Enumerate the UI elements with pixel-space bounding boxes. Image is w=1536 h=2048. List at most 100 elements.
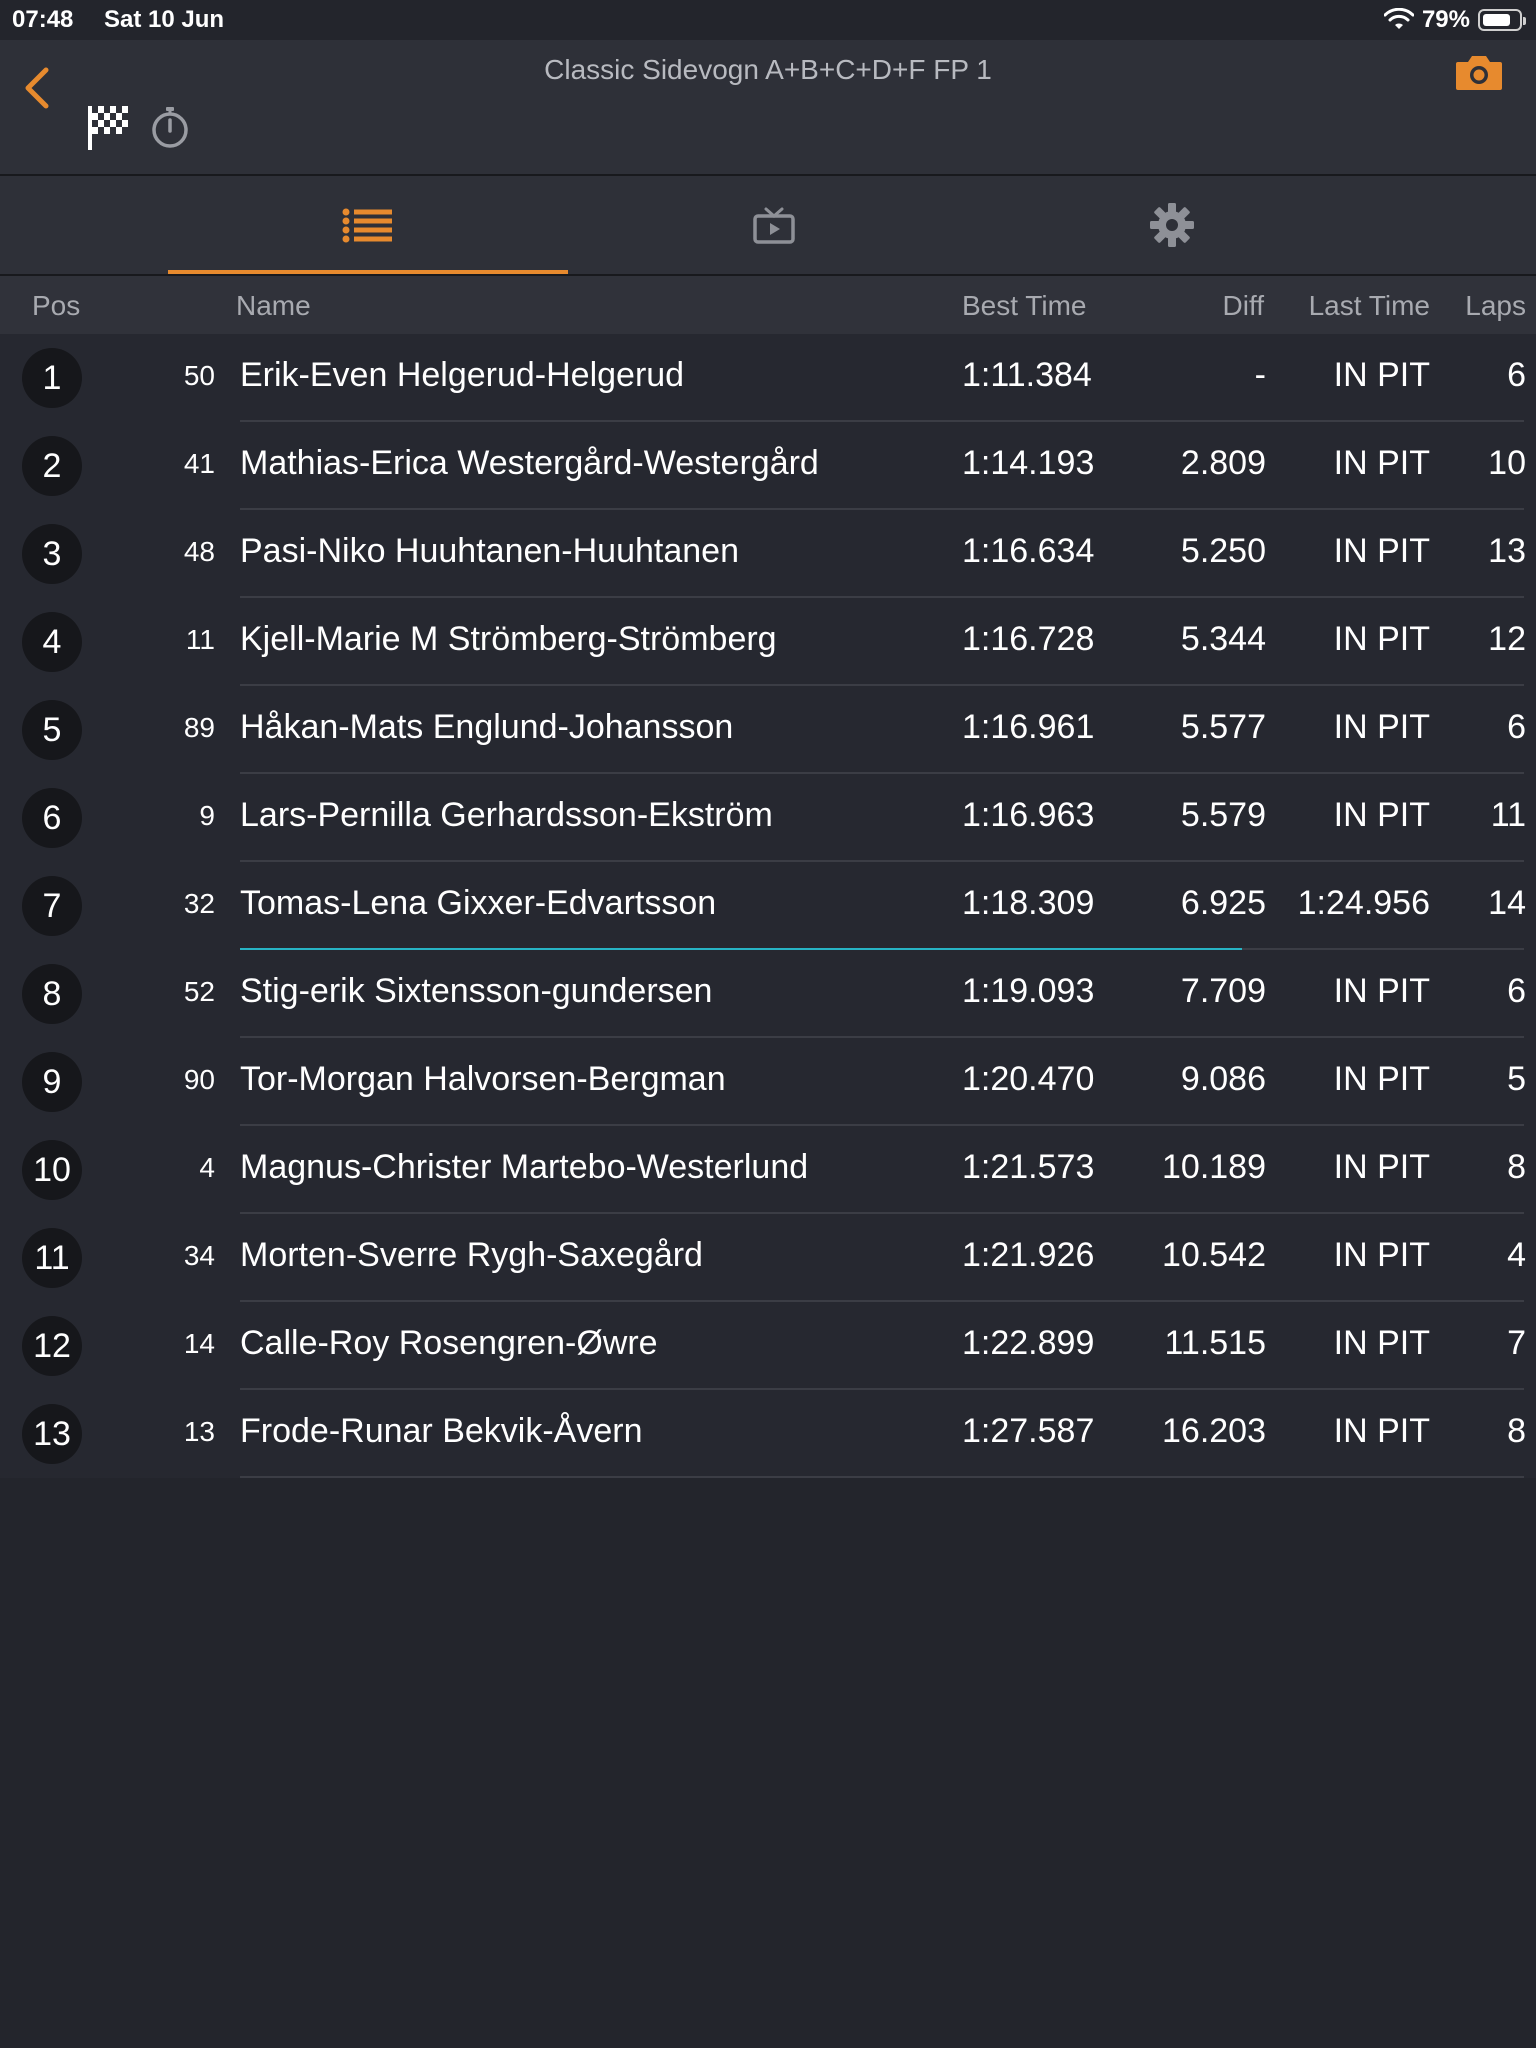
camera-button[interactable] [1454,50,1504,94]
last-time: IN PIT [1333,1148,1430,1186]
diff-time: 5.344 [1180,620,1266,658]
column-pos[interactable]: Pos [32,290,80,322]
position-badge: 5 [22,700,82,760]
table-row[interactable]: 4 11 Kjell-Marie M Strömberg-Strömberg 1… [0,598,1536,686]
laps-count: 6 [1507,356,1526,394]
best-time: 1:27.587 [962,1412,1095,1450]
start-number: 14 [183,1328,215,1359]
diff-time: 9.086 [1180,1060,1266,1098]
table-row[interactable]: 11 34 Morten-Sverre Rygh-Saxegård 1:21.9… [0,1214,1536,1302]
table-row[interactable]: 10 4 Magnus-Christer Martebo-Westerlund … [0,1126,1536,1214]
position-badge: 11 [22,1228,82,1288]
status-bar: 07:48 Sat 10 Jun 79% [0,0,1536,40]
stopwatch-icon[interactable] [148,104,192,150]
column-diff[interactable]: Diff [1223,290,1265,322]
last-time: IN PIT [1333,620,1430,658]
column-best-time[interactable]: Best Time [962,290,1086,322]
start-number: 4 [199,1152,215,1183]
gear-icon [1150,203,1194,247]
best-time: 1:14.193 [962,444,1095,482]
start-number: 9 [199,800,215,831]
position-badge: 4 [22,612,82,672]
table-row[interactable]: 12 14 Calle-Roy Rosengren-Øwre 1:22.899 … [0,1302,1536,1390]
wifi-icon [1383,8,1414,29]
table-row[interactable]: 7 32 Tomas-Lena Gixxer-Edvartsson 1:18.3… [0,862,1536,950]
rider-name: Lars-Pernilla Gerhardsson-Ekström [240,796,773,834]
tab-tv[interactable] [574,176,974,274]
best-time: 1:11.384 [962,356,1092,394]
position-badge: 7 [22,876,82,936]
position-badge: 3 [22,524,82,584]
rider-name: Tor-Morgan Halvorsen-Bergman [240,1060,726,1098]
laps-count: 8 [1507,1412,1526,1450]
tab-list[interactable] [168,176,568,274]
last-time: 1:24.956 [1297,884,1430,922]
rider-name: Stig-erik Sixtensson-gundersen [240,972,713,1010]
last-time: IN PIT [1333,356,1430,394]
empty-area [0,1478,1536,2048]
start-number: 52 [183,976,215,1007]
lap-progress-bar [240,948,1242,950]
list-icon [342,208,392,243]
diff-time: 10.542 [1162,1236,1266,1274]
diff-time: 5.579 [1180,796,1266,834]
column-last-time[interactable]: Last Time [1309,290,1430,322]
position-badge: 12 [22,1316,82,1376]
best-time: 1:16.634 [962,532,1095,570]
laps-count: 4 [1507,1236,1526,1274]
laps-count: 10 [1488,444,1526,482]
position-badge: 9 [22,1052,82,1112]
diff-time: 16.203 [1162,1412,1266,1450]
rider-name: Erik-Even Helgerud-Helgerud [240,356,685,394]
start-number: 89 [183,712,215,743]
rider-name: Kjell-Marie M Strömberg-Strömberg [240,620,777,658]
last-time: IN PIT [1333,1060,1430,1098]
last-time: IN PIT [1333,444,1430,482]
battery-icon [1478,9,1526,31]
status-right: 79% [1383,6,1526,34]
status-time: 07:48 [12,6,74,33]
last-time: IN PIT [1333,1412,1430,1450]
column-name[interactable]: Name [236,290,311,322]
position-badge: 10 [22,1140,82,1200]
laps-count: 12 [1488,620,1526,658]
camera-icon [1456,56,1502,90]
rider-name: Morten-Sverre Rygh-Saxegård [240,1236,703,1274]
table-row[interactable]: 2 41 Mathias-Erica Westergård-Westergård… [0,422,1536,510]
screen: 07:48 Sat 10 Jun 79% Classic Sidevogn A+… [0,0,1536,2048]
rider-name: Tomas-Lena Gixxer-Edvartsson [240,884,717,922]
laps-count: 13 [1488,532,1526,570]
last-time: IN PIT [1333,708,1430,746]
start-number: 11 [185,624,215,655]
table-row[interactable]: 5 89 Håkan-Mats Englund-Johansson 1:16.9… [0,686,1536,774]
best-time: 1:19.093 [962,972,1095,1010]
start-number: 50 [183,360,215,391]
header: Classic Sidevogn A+B+C+D+F FP 1 [0,40,1536,176]
table-row[interactable]: 6 9 Lars-Pernilla Gerhardsson-Ekström 1:… [0,774,1536,862]
checkered-flag-icon[interactable] [86,102,132,152]
last-time: IN PIT [1333,1324,1430,1362]
status-date: Sat 10 Jun [104,6,225,33]
last-time: IN PIT [1333,972,1430,1010]
tab-bar [0,176,1536,276]
position-badge: 2 [22,436,82,496]
table-row[interactable]: 13 13 Frode-Runar Bekvik-Åvern 1:27.587 … [0,1390,1536,1478]
page-title: Classic Sidevogn A+B+C+D+F FP 1 [544,54,992,85]
laps-count: 6 [1507,972,1526,1010]
table-row[interactable]: 1 50 Erik-Even Helgerud-Helgerud 1:11.38… [0,334,1536,422]
best-time: 1:22.899 [962,1324,1095,1362]
results-list: 1 50 Erik-Even Helgerud-Helgerud 1:11.38… [0,334,1536,1478]
best-time: 1:16.963 [962,796,1095,834]
diff-time: 10.189 [1162,1148,1266,1186]
rider-name: Mathias-Erica Westergård-Westergård [240,444,819,482]
column-laps[interactable]: Laps [1465,290,1526,322]
table-row[interactable]: 9 90 Tor-Morgan Halvorsen-Bergman 1:20.4… [0,1038,1536,1126]
rider-name: Håkan-Mats Englund-Johansson [240,708,734,746]
table-row[interactable]: 3 48 Pasi-Niko Huuhtanen-Huuhtanen 1:16.… [0,510,1536,598]
table-row[interactable]: 8 52 Stig-erik Sixtensson-gundersen 1:19… [0,950,1536,1038]
position-badge: 8 [22,964,82,1024]
tab-settings[interactable] [972,176,1372,274]
start-number: 34 [183,1240,215,1271]
best-time: 1:18.309 [962,884,1095,922]
best-time: 1:16.728 [962,620,1095,658]
